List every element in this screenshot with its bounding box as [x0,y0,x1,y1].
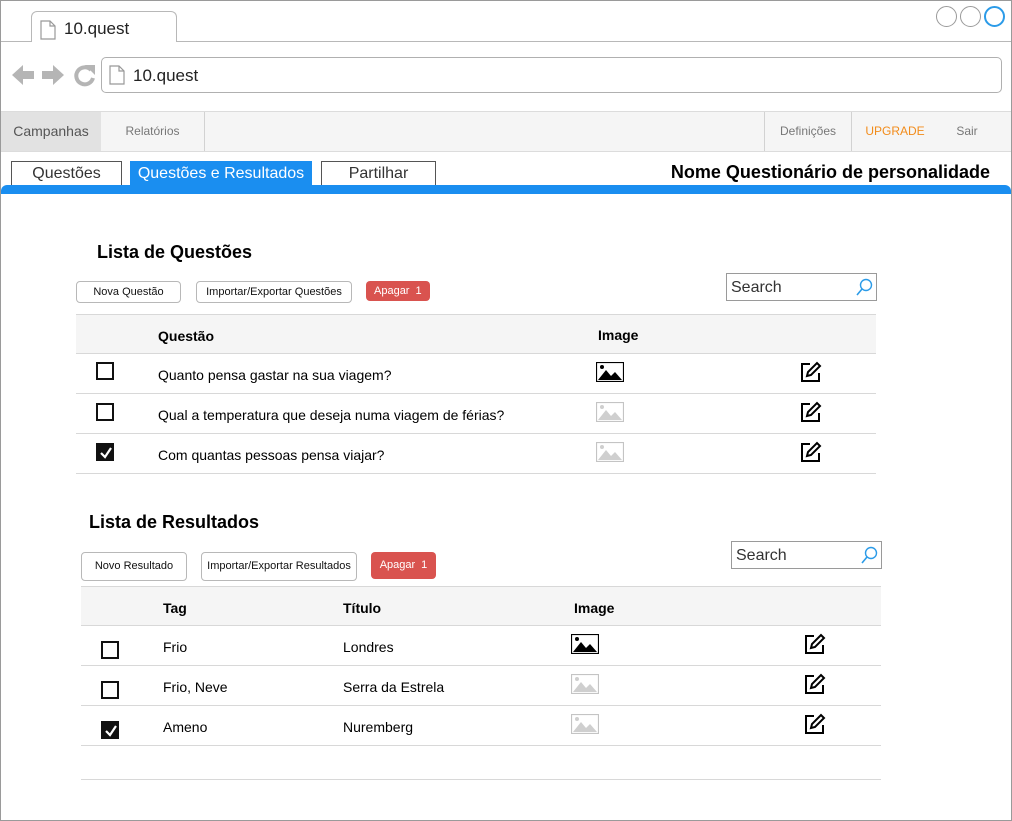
row-checkbox[interactable] [101,641,119,659]
edit-icon[interactable] [800,361,822,383]
edit-icon[interactable] [800,441,822,463]
question-text: Quanto pensa gastar na sua viagem? [158,367,392,383]
delete-count-badge: 1 [421,559,428,571]
edit-icon[interactable] [800,401,822,423]
questions-section-title: Lista de Questões [97,242,253,262]
results-section-title: Lista de Resultados [89,512,260,532]
browser-tab-title: 10.quest [64,19,130,38]
row-checkbox[interactable] [96,362,114,380]
reload-icon[interactable] [74,65,95,87]
menu-separator [204,112,205,151]
table-row: Quanto pensa gastar na sua viagem? [76,354,876,394]
tab-questoes[interactable]: Questões [11,161,122,186]
document-icon [109,65,125,85]
table-row: Frio, Neve Serra da Estrela [81,666,881,706]
row-checkbox[interactable] [96,403,114,421]
navigation-controls [12,65,95,87]
table-row: Ameno Nuremberg [81,706,881,746]
search-input[interactable] [731,278,851,298]
column-header-titulo: Título [343,600,382,616]
back-arrow-icon[interactable] [12,65,34,85]
menu-definicoes[interactable]: Definições [765,112,851,151]
tab-content-border [1,185,1011,194]
column-header-image: Image [574,600,615,616]
question-text: Com quantas pessoas pensa viajar? [158,447,385,463]
window-button-active[interactable] [984,6,1005,27]
address-bar[interactable]: 10.quest [101,57,1002,93]
menu-upgrade[interactable]: UPGRADE [852,112,938,151]
table-row: Qual a temperatura que deseja numa viage… [76,394,876,434]
browser-tab[interactable]: 10.quest [31,11,177,42]
image-filled-icon[interactable] [596,362,624,382]
image-placeholder-icon[interactable] [596,402,624,422]
image-placeholder-icon[interactable] [596,442,624,462]
image-placeholder-icon[interactable] [571,674,599,694]
new-result-button[interactable]: Novo Resultado [81,552,187,581]
document-icon [40,20,56,40]
image-placeholder-icon[interactable] [571,714,599,734]
tab-questoes-e-resultados[interactable]: Questões e Resultados [130,161,312,186]
forward-arrow-icon[interactable] [42,65,64,85]
edit-icon[interactable] [804,713,826,735]
results-search [731,541,882,569]
column-header-tag: Tag [163,600,187,616]
window-button[interactable] [960,6,981,27]
edit-icon[interactable] [804,633,826,655]
result-title: Serra da Estrela [343,679,445,695]
result-title: Nuremberg [343,719,414,735]
delete-label: Apagar [374,285,410,297]
checkmark-icon [100,447,112,459]
row-checkbox-checked[interactable] [96,443,114,461]
window-button[interactable] [936,6,957,27]
search-icon[interactable] [860,546,878,566]
column-header-questao: Questão [158,328,215,344]
search-icon[interactable] [855,278,873,298]
import-export-results-button[interactable]: Importar/Exportar Resultados [201,552,357,581]
checkmark-icon [105,725,117,737]
questions-table-header: Questão Image [76,314,876,354]
address-text: 10.quest [133,66,199,85]
table-row: Frio Londres [81,626,881,666]
results-table-header: Tag Título Image [81,586,881,626]
app-menubar: Campanhas Relatórios Definições UPGRADE … [1,111,1011,152]
tab-partilhar[interactable]: Partilhar [321,161,436,186]
table-footer-divider [81,779,881,780]
new-question-button[interactable]: Nova Questão [76,281,181,303]
delete-questions-button[interactable]: Apagar 1 [366,281,430,301]
row-checkbox-checked[interactable] [101,721,119,739]
question-text: Qual a temperatura que deseja numa viage… [158,407,505,423]
result-tag: Frio [163,639,188,655]
edit-icon[interactable] [804,673,826,695]
delete-results-button[interactable]: Apagar 1 [371,552,436,579]
column-header-image: Image [598,327,639,343]
row-checkbox[interactable] [101,681,119,699]
browser-window: 10.quest 10.quest Campanhas Relatórios D… [0,0,1012,821]
result-tag: Frio, Neve [163,679,228,695]
search-input[interactable] [736,546,856,566]
delete-count-badge: 1 [415,285,422,297]
menu-relatorios[interactable]: Relatórios [101,112,204,151]
import-export-questions-button[interactable]: Importar/Exportar Questões [196,281,352,303]
questions-search [726,273,877,301]
table-row: Com quantas pessoas pensa viajar? [76,434,876,474]
menu-campanhas[interactable]: Campanhas [1,112,101,151]
image-filled-icon[interactable] [571,634,599,654]
result-title: Londres [343,639,394,655]
result-tag: Ameno [163,719,208,735]
delete-label: Apagar [379,559,416,571]
menu-sair[interactable]: Sair [938,112,996,151]
survey-name: Nome Questionário de personalidade [670,162,990,182]
